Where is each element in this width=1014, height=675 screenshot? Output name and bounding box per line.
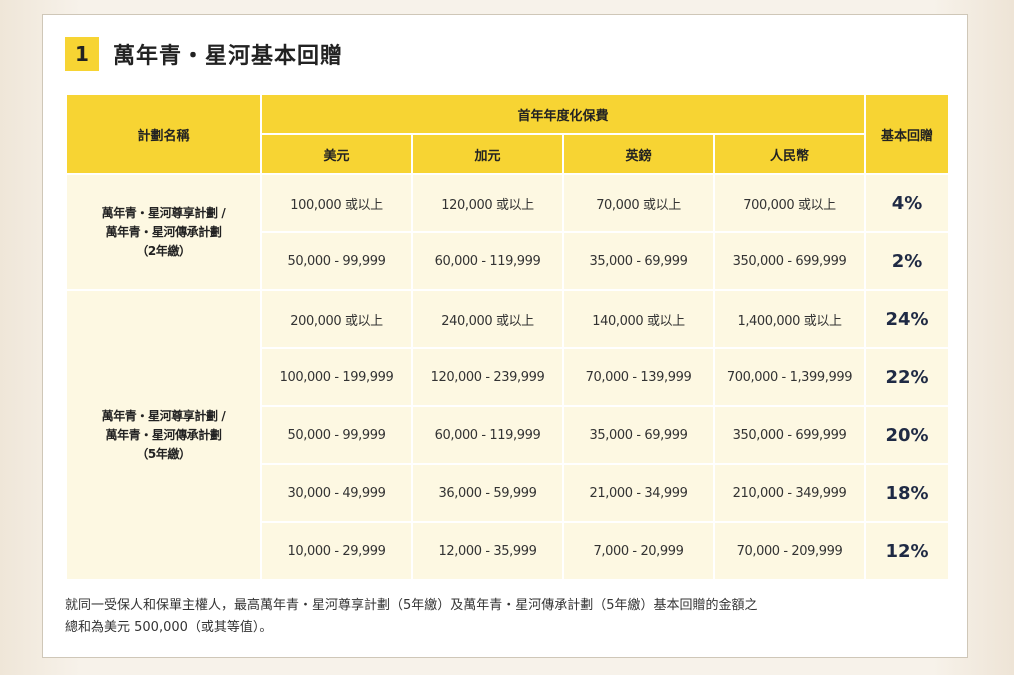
usd-cell: 50,000 - 99,999: [260, 405, 413, 465]
rmb-cell: 350,000 - 699,999: [712, 405, 867, 465]
footnote-line: 總和為美元 500,000（或其等值）。: [65, 620, 273, 635]
header-basic-rebate: 基本回贈: [864, 93, 951, 175]
rmb-cell: 700,000 - 1,399,999: [712, 347, 867, 407]
plan-term-line: （5年繳）: [136, 446, 191, 461]
header-currency-cad: 加元: [411, 133, 564, 175]
rmb-cell: 1,400,000 或以上: [712, 289, 867, 349]
plan-name-cell: 萬年青・星河尊享計劃 / 萬年青・星河傳承計劃 （2年繳）: [65, 173, 262, 291]
gbp-cell: 7,000 - 20,999: [562, 521, 715, 581]
usd-cell: 100,000 或以上: [260, 173, 413, 233]
header-currency-usd: 美元: [260, 133, 413, 175]
plan-name-cell: 萬年青・星河尊享計劃 / 萬年青・星河傳承計劃 （5年繳）: [65, 289, 262, 581]
section-title: 萬年青・星河基本回贈: [113, 44, 344, 69]
header-premium-group: 首年年度化保費: [259, 93, 867, 135]
usd-cell: 100,000 - 199,999: [260, 347, 413, 407]
plan-name-line: 萬年青・星河傳承計劃: [105, 224, 222, 239]
gbp-cell: 35,000 - 69,999: [562, 405, 715, 465]
cad-cell: 60,000 - 119,999: [411, 231, 564, 291]
usd-cell: 200,000 或以上: [260, 289, 413, 349]
cad-cell: 120,000 或以上: [411, 173, 564, 233]
cad-cell: 240,000 或以上: [411, 289, 564, 349]
gbp-cell: 70,000 或以上: [562, 173, 715, 233]
cad-cell: 12,000 - 35,999: [411, 521, 564, 581]
gbp-cell: 140,000 或以上: [562, 289, 715, 349]
footnote-line: 就同一受保人和保單主權人，最高萬年青・星河尊享計劃（5年繳）及萬年青・星河傳承計…: [65, 598, 758, 613]
rebate-table: 計劃名稱 首年年度化保費 基本回贈 美元 加元 英鎊 人民幣 萬年青・星河尊享計…: [65, 93, 951, 581]
rebate-rate-cell: 22%: [864, 347, 951, 407]
plan-term-line: （2年繳）: [136, 243, 191, 258]
gbp-cell: 35,000 - 69,999: [562, 231, 715, 291]
gbp-cell: 21,000 - 34,999: [562, 463, 715, 523]
rebate-rate-cell: 12%: [864, 521, 951, 581]
rebate-card: 1 萬年青・星河基本回贈 計劃名稱 首年年度化保費 基本回贈 美元 加元 英鎊 …: [42, 14, 968, 658]
gbp-cell: 70,000 - 139,999: [562, 347, 715, 407]
plan-name-line: 萬年青・星河傳承計劃: [105, 427, 222, 442]
rebate-rate-cell: 4%: [864, 173, 951, 233]
rebate-rate-cell: 2%: [864, 231, 951, 291]
section-heading: 1 萬年青・星河基本回贈: [65, 37, 343, 71]
rmb-cell: 210,000 - 349,999: [712, 463, 867, 523]
section-number-badge: 1: [65, 37, 99, 71]
table-row: 萬年青・星河尊享計劃 / 萬年青・星河傳承計劃 （2年繳） 100,000 或以…: [65, 173, 951, 291]
cad-cell: 120,000 - 239,999: [411, 347, 564, 407]
header-currency-rmb: 人民幣: [712, 133, 867, 175]
table-row: 萬年青・星河尊享計劃 / 萬年青・星河傳承計劃 （5年繳） 200,000 或以…: [65, 289, 951, 581]
usd-cell: 10,000 - 29,999: [260, 521, 413, 581]
rmb-cell: 70,000 - 209,999: [712, 521, 867, 581]
usd-cell: 50,000 - 99,999: [260, 231, 413, 291]
rmb-cell: 700,000 或以上: [712, 173, 867, 233]
rebate-rate-cell: 18%: [864, 463, 951, 523]
rebate-rate-cell: 24%: [864, 289, 951, 349]
header-currency-gbp: 英鎊: [562, 133, 715, 175]
header-plan-name: 計劃名稱: [65, 93, 262, 175]
plan-name-line: 萬年青・星河尊享計劃 /: [101, 408, 226, 423]
plan-name-line: 萬年青・星河尊享計劃 /: [101, 205, 226, 220]
footnote: 就同一受保人和保單主權人，最高萬年青・星河尊享計劃（5年繳）及萬年青・星河傳承計…: [65, 595, 955, 639]
rebate-rate-cell: 20%: [864, 405, 951, 465]
cad-cell: 60,000 - 119,999: [411, 405, 564, 465]
cad-cell: 36,000 - 59,999: [411, 463, 564, 523]
rmb-cell: 350,000 - 699,999: [712, 231, 867, 291]
usd-cell: 30,000 - 49,999: [260, 463, 413, 523]
